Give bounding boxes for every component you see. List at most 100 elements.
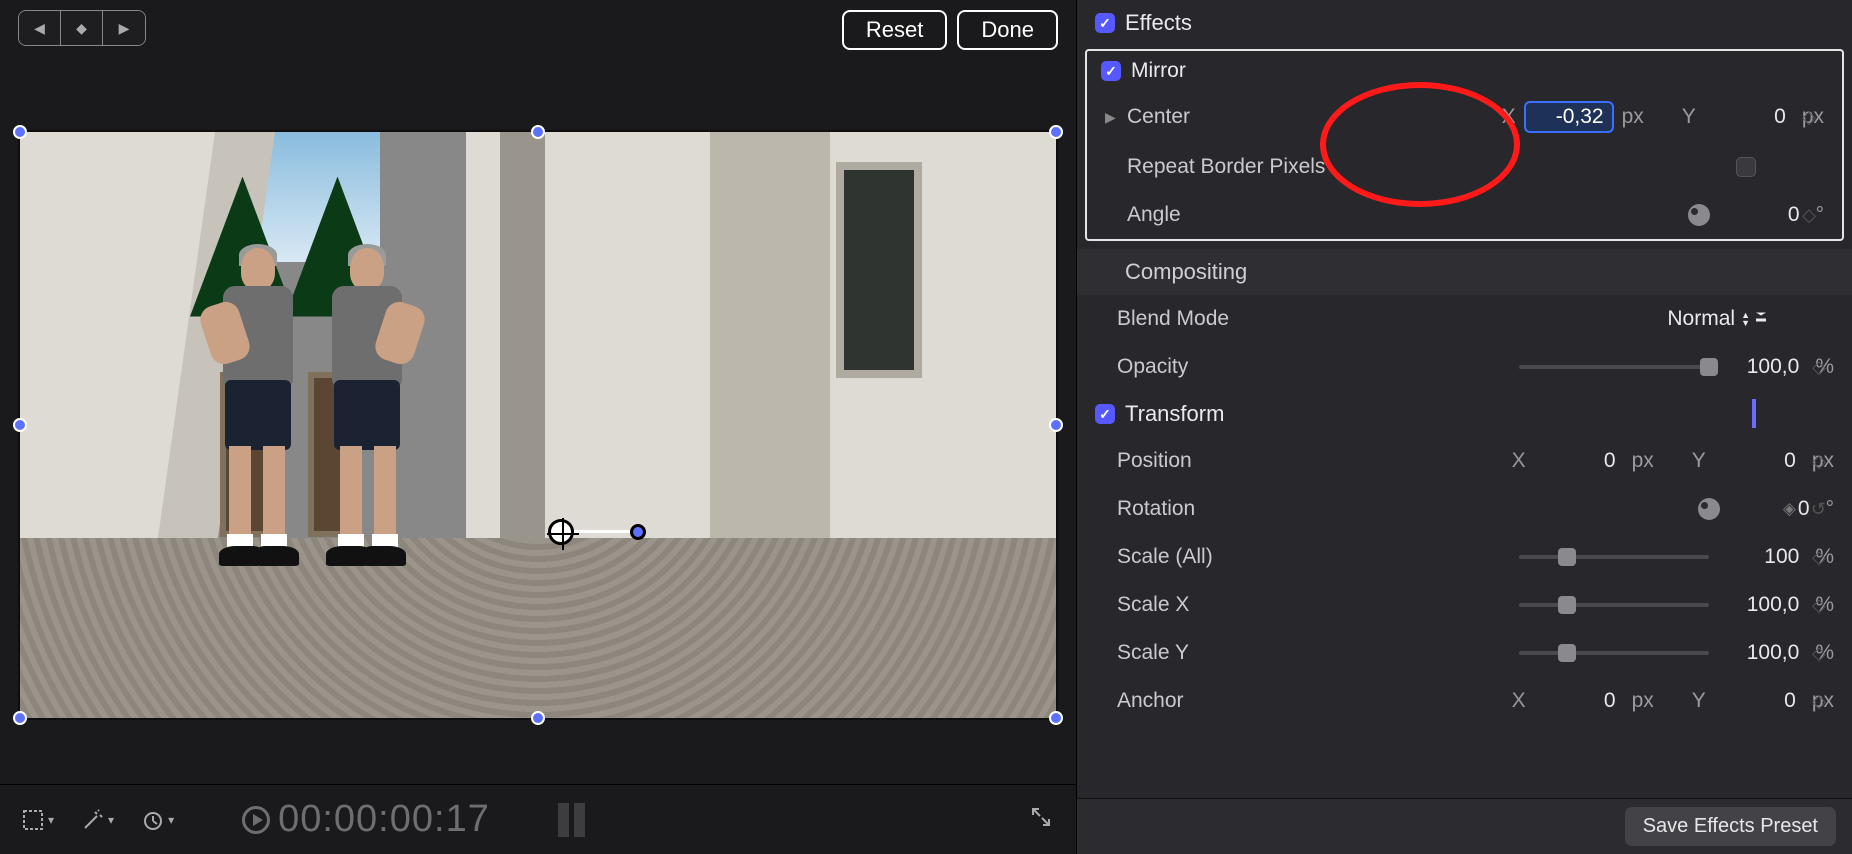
opacity-value[interactable]: 100,0 (1717, 353, 1807, 381)
done-button[interactable]: Done (957, 10, 1058, 50)
mirror-header[interactable]: Mirror (1087, 51, 1842, 91)
transform-crop-icon[interactable] (1752, 401, 1774, 427)
bbox-handle[interactable] (1049, 711, 1063, 725)
scale-all-slider[interactable] (1519, 555, 1709, 559)
prev-keyframe-button[interactable] (19, 11, 61, 45)
effects-checkbox[interactable] (1095, 13, 1115, 33)
rotation-value[interactable]: 0 (1728, 495, 1818, 523)
keyframe-icon[interactable]: ◇ (1812, 691, 1826, 712)
mirror-title: Mirror (1131, 59, 1186, 83)
keyframe-icon[interactable]: ◈ (1783, 499, 1796, 519)
keyframe-icon[interactable]: ◇ (1812, 451, 1826, 472)
keyframe-icon[interactable]: ◇ (1812, 547, 1826, 568)
anchor-x-field[interactable]: 0 (1534, 687, 1624, 715)
position-label: Position (1117, 449, 1192, 473)
effects-title: Effects (1125, 10, 1192, 36)
onscreen-control[interactable] (548, 519, 646, 545)
timecode-display[interactable]: 00:00:00:17 (242, 798, 490, 841)
anchor-row: Anchor X 0 px Y 0 px ◇ (1077, 677, 1852, 725)
position-y-field[interactable]: 0 (1714, 447, 1804, 475)
keyframe-nav-group (18, 10, 146, 46)
bbox-handle[interactable] (531, 711, 545, 725)
repeat-border-label: Repeat Border Pixels (1127, 155, 1325, 179)
audio-meters (558, 803, 585, 837)
scale-all-value[interactable]: 100 (1717, 543, 1807, 571)
bbox-handle[interactable] (13, 711, 27, 725)
angle-value[interactable]: 0 (1718, 201, 1808, 229)
save-effects-preset-button[interactable]: Save Effects Preset (1625, 807, 1836, 846)
mirror-angle-row: Angle 0 ° ◇ (1087, 191, 1842, 239)
enhance-tool-menu[interactable]: ▾ (82, 809, 114, 831)
scale-all-row: Scale (All) 100 % ◇ (1077, 533, 1852, 581)
scene-placeholder (20, 132, 1056, 718)
blend-mode-select[interactable]: Normal ▲▼ (1667, 307, 1766, 331)
blend-mode-label: Blend Mode (1117, 307, 1229, 331)
rotation-label: Rotation (1117, 497, 1195, 521)
add-keyframe-button[interactable] (61, 11, 103, 45)
inspector-scroll[interactable]: Effects Mirror ▶ Center X -0,32 px Y 0 p… (1077, 0, 1852, 798)
position-x-field[interactable]: 0 (1534, 447, 1624, 475)
scale-x-label: Scale X (1117, 593, 1189, 617)
center-x-field[interactable]: -0,32 (1524, 101, 1614, 133)
scale-y-row: Scale Y 100,0 % ◇ (1077, 629, 1852, 677)
bbox-handle[interactable] (13, 418, 27, 432)
scale-y-label: Scale Y (1117, 641, 1189, 665)
center-label: Center (1127, 105, 1190, 129)
scale-y-slider[interactable] (1519, 651, 1709, 655)
mirror-checkbox[interactable] (1101, 61, 1121, 81)
viewer-panel: Reset Done (0, 0, 1076, 854)
transform-checkbox[interactable] (1095, 404, 1115, 424)
scale-y-value[interactable]: 100,0 (1717, 639, 1807, 667)
reset-icon[interactable]: ↺ (1811, 499, 1826, 520)
center-x-unit: px (1622, 105, 1644, 129)
transform-title: Transform (1125, 401, 1224, 427)
compositing-header: Compositing (1077, 249, 1852, 295)
bbox-handle[interactable] (1049, 418, 1063, 432)
preview-canvas[interactable] (18, 130, 1058, 720)
reset-button[interactable]: Reset (842, 10, 947, 50)
rotation-knob[interactable] (1698, 498, 1720, 520)
disclosure-icon[interactable]: ▶ (1105, 109, 1119, 126)
angle-gizmo-handle[interactable] (630, 524, 646, 540)
rotation-row: Rotation 0 ° ◈ ↺ (1077, 485, 1852, 533)
keyframe-icon[interactable]: ◇ (1812, 595, 1826, 616)
keyframe-icon[interactable]: ◇ (1812, 357, 1826, 378)
viewer-footer: ▾ ▾ ▾ 00:00:00:17 (0, 784, 1076, 854)
anchor-y-field[interactable]: 0 (1714, 687, 1804, 715)
scale-x-value[interactable]: 100,0 (1717, 591, 1807, 619)
position-row: Position X 0 px Y 0 px ◇ (1077, 437, 1852, 485)
opacity-label: Opacity (1117, 355, 1188, 379)
bbox-handle[interactable] (531, 125, 545, 139)
retime-tool-menu[interactable]: ▾ (142, 809, 174, 831)
mirror-center-row: ▶ Center X -0,32 px Y 0 px ◇ (1087, 91, 1842, 143)
preview-area (0, 65, 1076, 784)
opacity-slider[interactable] (1519, 365, 1709, 369)
effects-section-header[interactable]: Effects (1077, 0, 1852, 46)
keyframe-icon[interactable]: ◇ (1802, 107, 1816, 128)
keyframe-icon[interactable]: ◇ (1802, 205, 1816, 226)
opacity-row: Opacity 100,0 % ◇ (1077, 343, 1852, 391)
viewer-toolbar: Reset Done (0, 0, 1076, 65)
transform-header[interactable]: Transform (1077, 391, 1852, 437)
bbox-handle[interactable] (1049, 125, 1063, 139)
keyframe-icon[interactable]: ◇ (1812, 643, 1826, 664)
crop-tool-menu[interactable]: ▾ (22, 809, 54, 831)
app-root: Reset Done (0, 0, 1852, 854)
timecode-value: 00:00:00:17 (278, 798, 490, 841)
inspector-panel: Effects Mirror ▶ Center X -0,32 px Y 0 p… (1076, 0, 1852, 854)
scale-x-slider[interactable] (1519, 603, 1709, 607)
angle-label: Angle (1127, 203, 1181, 227)
expand-viewer-button[interactable] (1030, 806, 1052, 834)
compositing-title: Compositing (1125, 259, 1247, 285)
center-gizmo-icon[interactable] (548, 519, 574, 545)
center-y-field[interactable]: 0 (1704, 103, 1794, 131)
repeat-border-checkbox[interactable] (1736, 157, 1756, 177)
bbox-handle[interactable] (13, 125, 27, 139)
angle-knob[interactable] (1688, 204, 1710, 226)
blend-mode-row: Blend Mode Normal ▲▼ (1077, 295, 1852, 343)
play-icon (242, 806, 270, 834)
scale-x-row: Scale X 100,0 % ◇ (1077, 581, 1852, 629)
angle-unit: ° (1816, 203, 1824, 227)
next-keyframe-button[interactable] (103, 11, 145, 45)
anchor-label: Anchor (1117, 689, 1184, 713)
